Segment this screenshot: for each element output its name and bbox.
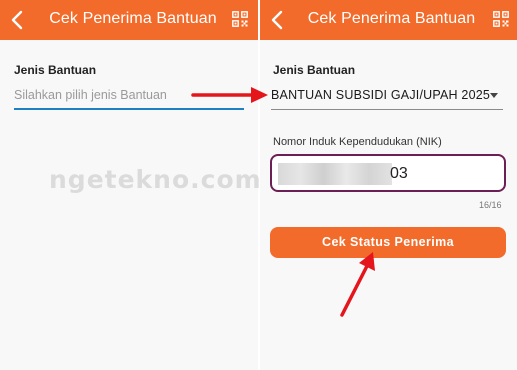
nik-char-counter: 16/16 <box>479 200 502 210</box>
nik-input[interactable]: 03 <box>270 154 506 192</box>
right-screen: Cek Penerima Bantuan Jenis Bantuan BANTU… <box>260 0 517 370</box>
qr-code-icon[interactable] <box>493 11 509 27</box>
cek-status-button[interactable]: Cek Status Penerima <box>270 227 506 258</box>
app-bar: Cek Penerima Bantuan <box>260 0 517 40</box>
qr-code-icon[interactable] <box>232 11 248 27</box>
jenis-bantuan-select[interactable]: BANTUAN SUBSIDI GAJI/UPAH 2025 <box>271 88 490 102</box>
jenis-bantuan-select[interactable]: Silahkan pilih jenis Bantuan <box>14 88 167 102</box>
watermark: ngetekno.com <box>49 165 262 194</box>
page-title: Cek Penerima Bantuan <box>307 10 476 27</box>
caret-down-icon[interactable] <box>490 93 498 98</box>
app-bar: Cek Penerima Bantuan <box>0 0 258 40</box>
nik-redacted-digits <box>278 163 392 185</box>
select-underline <box>14 108 244 110</box>
jenis-bantuan-label: Jenis Bantuan <box>14 63 97 77</box>
nik-label: Nomor Induk Kependudukan (NIK) <box>273 136 442 148</box>
jenis-bantuan-label: Jenis Bantuan <box>273 63 356 77</box>
select-underline <box>271 109 503 110</box>
page-title: Cek Penerima Bantuan <box>49 10 217 27</box>
nik-visible-digits: 03 <box>390 165 408 182</box>
